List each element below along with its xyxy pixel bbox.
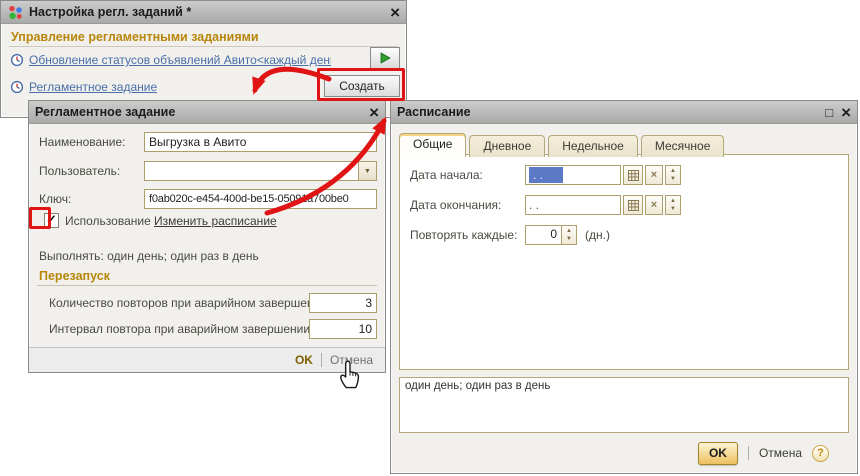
screenshot-root: Настройка регл. заданий * × Управление р… [0,0,860,476]
help-button[interactable]: ? [812,445,829,462]
retry-interval-label: Интервал повтора при аварийном завершени… [49,322,346,336]
window-schedule: Расписание □ × Общие Дневное Недельное М… [390,100,858,474]
cancel-button[interactable]: Отмена [330,353,373,367]
start-date-row: Дата начала: . . × ▲▼ [410,165,838,185]
usage-row: ✓ Использование Изменить расписание [39,212,375,232]
spin-down-icon[interactable]: ▼ [670,206,676,212]
maximize-icon[interactable]: □ [825,106,833,119]
section-header: Управление регламентными заданиями [11,30,259,44]
schedule-tabs: Общие Дневное Недельное Месячное [399,133,727,157]
tab-daily[interactable]: Дневное [469,135,545,157]
spin-up-icon[interactable]: ▲ [566,228,572,234]
name-field-row: Наименование: [39,132,375,152]
usage-label: Использование [65,214,151,228]
window-title: Регламентное задание [35,105,361,119]
retry-count-input[interactable] [309,293,377,313]
key-label: Ключ: [39,192,71,206]
retry-interval-row: Интервал повтора при аварийном завершени… [49,319,377,339]
retry-count-row: Количество повторов при аварийном заверш… [49,293,377,313]
end-date-input[interactable]: . . [525,195,621,215]
repeat-every-row: Повторять каждые: 0 ▲▼ (дн.) [410,225,838,245]
execute-summary-text: Выполнять: один день; один раз в день [39,249,259,263]
job-titlebar[interactable]: Регламентное задание × [29,101,385,124]
repeat-unit-label: (дн.) [585,228,610,242]
spin-up-icon[interactable]: ▲ [670,198,676,204]
window-scheduled-job: Регламентное задание × Наименование: Пол… [28,100,386,373]
schedule-titlebar[interactable]: Расписание □ × [391,101,857,124]
user-field-row: Пользователь: ▼ [39,161,375,181]
footer-divider [748,446,749,460]
close-icon[interactable]: × [369,104,379,121]
change-schedule-link[interactable]: Изменить расписание [154,214,277,228]
start-date-input[interactable]: . . [525,165,621,185]
start-date-spinner[interactable]: ▲▼ [665,165,681,185]
key-field-row: Ключ: [39,189,375,209]
job-footer: OK Отмена [29,347,385,372]
name-label: Наименование: [39,135,126,149]
tab-monthly[interactable]: Месячное [641,135,725,157]
user-label: Пользователь: [39,164,120,178]
retry-count-label: Количество повторов при аварийном заверш… [49,296,330,310]
checkmark-icon: ✓ [46,213,57,226]
user-select[interactable]: ▼ [144,161,377,181]
ok-button[interactable]: OK [295,353,313,367]
clock-icon [10,53,24,67]
clock-icon [10,80,24,94]
calendar-icon[interactable] [623,195,643,215]
spin-down-icon[interactable]: ▼ [670,176,676,182]
close-icon[interactable]: × [390,4,400,21]
task-row: Регламентное задание [10,76,157,98]
cancel-button[interactable]: Отмена [759,446,802,460]
name-input[interactable] [144,132,377,152]
header-divider [9,46,398,47]
clear-icon[interactable]: × [645,195,663,215]
start-date-label: Дата начала: [410,168,525,182]
task-settings-titlebar[interactable]: Настройка регл. заданий * × [1,1,406,24]
key-input[interactable] [144,189,377,209]
usage-checkbox[interactable]: ✓ [44,213,59,228]
schedule-summary-box: один день; один раз в день [399,377,849,433]
task-link-scheduled-job[interactable]: Регламентное задание [29,80,157,94]
spin-down-icon[interactable]: ▼ [566,236,572,242]
clear-icon[interactable]: × [645,165,663,185]
spin-up-icon[interactable]: ▲ [670,168,676,174]
schedule-footer: OK Отмена ? [391,441,857,465]
selected-date-text: . . [529,167,563,183]
end-date-spinner[interactable]: ▲▼ [665,195,681,215]
restart-section-header: Перезапуск [39,269,110,283]
tab-panel-general: Дата начала: . . × ▲▼ Дата окончания: . … [399,154,849,370]
calendar-icon[interactable] [623,165,643,185]
window-title: Настройка регл. заданий * [29,5,382,19]
tab-general[interactable]: Общие [399,133,466,157]
app-logo-icon [7,4,24,21]
end-date-row: Дата окончания: . . × ▲▼ [410,195,838,215]
play-icon [379,52,391,64]
retry-interval-input[interactable] [309,319,377,339]
footer-divider [321,353,322,367]
date-text: . . [529,198,539,212]
tab-weekly[interactable]: Недельное [548,135,638,157]
ok-button[interactable]: OK [698,442,738,465]
repeat-every-input[interactable]: 0 [525,225,561,245]
task-row: Обновление статусов объявлений Авито<каж… [10,49,331,71]
repeat-every-label: Повторять каждые: [410,228,525,242]
end-date-label: Дата окончания: [410,198,525,212]
task-link-update-statuses[interactable]: Обновление статусов объявлений Авито<каж… [29,53,331,67]
window-title: Расписание [397,105,817,119]
repeat-every-spinner[interactable]: ▲▼ [561,225,577,245]
run-task-button[interactable] [370,47,400,69]
create-button[interactable]: Создать [324,75,400,97]
close-icon[interactable]: × [841,104,851,121]
restart-divider [37,285,377,286]
chevron-down-icon[interactable]: ▼ [358,162,376,180]
